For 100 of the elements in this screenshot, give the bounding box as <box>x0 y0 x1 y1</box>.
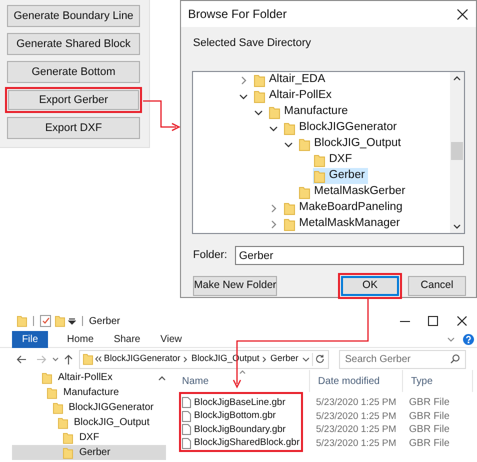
folder-icon <box>284 218 295 230</box>
folder-label: Folder: <box>193 248 228 264</box>
dropdown-icon[interactable] <box>68 317 76 325</box>
chevron-right-icon[interactable] <box>269 220 278 228</box>
folder-label[interactable]: BlockJIG_Output <box>298 136 404 152</box>
action-button[interactable]: Export Gerber <box>8 90 139 110</box>
dialog-button[interactable]: Make New Folder <box>193 276 277 296</box>
column-header[interactable]: Date modified <box>314 374 380 388</box>
ribbon-tab[interactable]: Share <box>104 330 150 348</box>
ribbon-tab[interactable]: View <box>150 330 192 348</box>
folder-icon <box>47 386 58 398</box>
column-header[interactable]: Type <box>407 374 433 388</box>
file-type: GBR File <box>409 397 450 408</box>
nav-item[interactable]: Manufacture <box>12 385 166 400</box>
folder-label[interactable]: Altair_EDA <box>253 72 328 88</box>
file-name[interactable]: BlockJigSharedBlock.gbr <box>194 436 300 450</box>
file-tab[interactable]: File <box>12 330 48 348</box>
folder-label[interactable]: BlockJIGGenerator <box>283 120 400 136</box>
chevron-right-icon[interactable] <box>183 356 188 362</box>
folder-icon <box>63 446 74 458</box>
chevron-down-icon[interactable] <box>269 124 278 132</box>
nav-item[interactable]: Gerber <box>12 445 166 460</box>
scrollbar[interactable] <box>450 72 464 233</box>
scroll-up-icon[interactable] <box>158 375 166 381</box>
file-type: GBR File <box>409 438 450 449</box>
folder-name: BlockJIGGenerator <box>299 120 397 136</box>
folder-label[interactable]: MetalMaskManager <box>283 216 403 232</box>
action-button[interactable]: Generate Boundary Line <box>7 5 140 27</box>
column-header[interactable]: Name <box>182 374 209 388</box>
nav-item[interactable]: DXF <box>12 430 166 445</box>
folder-label[interactable]: MetalMaskGerber <box>298 184 408 200</box>
file-date: 5/23/2020 1:25 PM <box>316 410 396 422</box>
up-arrow-icon[interactable] <box>64 354 73 364</box>
breadcrumb[interactable]: BlockJIGGenerator <box>104 352 180 366</box>
folder-label[interactable]: Altair-PollEx <box>253 88 335 104</box>
folder-label[interactable]: Gerber <box>313 168 368 184</box>
file-name[interactable]: BlockJigBottom.gbr <box>194 409 276 424</box>
file-date: 5/23/2020 1:25 PM <box>316 438 396 449</box>
chevron-down-icon[interactable] <box>284 140 293 148</box>
close-icon[interactable] <box>457 8 468 20</box>
file-icon <box>182 438 191 449</box>
folder-name: Altair_EDA <box>269 72 326 88</box>
chevron-down-icon[interactable] <box>254 108 263 116</box>
folder-label[interactable]: Manufacture <box>268 104 351 120</box>
file-type: GBR File <box>409 410 450 422</box>
folder-icon <box>52 402 63 414</box>
search-placeholder: Search Gerber <box>345 352 411 366</box>
folder-icon <box>17 315 27 327</box>
help-icon[interactable] <box>463 334 474 344</box>
file-date: 5/23/2020 1:25 PM <box>316 424 396 436</box>
folder-icon <box>254 90 265 102</box>
folder-name: MakeBoardPaneling <box>299 200 403 216</box>
chevron-right-icon[interactable] <box>239 76 248 84</box>
folder-icon <box>299 186 310 198</box>
folder-name: DXF <box>329 152 352 168</box>
maximize-icon[interactable] <box>428 316 438 326</box>
breadcrumb[interactable]: Gerber <box>270 352 298 366</box>
folder-icon <box>42 372 52 384</box>
chevron-right-icon[interactable] <box>269 204 278 212</box>
folder-icon <box>63 432 74 444</box>
dialog-button[interactable]: Cancel <box>408 276 466 296</box>
chevron-down-icon[interactable] <box>302 356 310 362</box>
ribbon-tab[interactable]: Home <box>57 330 104 348</box>
folder-icon <box>284 122 295 134</box>
folder-input[interactable]: Gerber <box>235 246 464 265</box>
folder-label[interactable]: DXF <box>313 152 355 168</box>
chevron-right-icon[interactable] <box>262 356 268 362</box>
scrollbar-thumb[interactable] <box>451 142 463 160</box>
nav-item[interactable]: Altair-PollEx <box>12 370 166 385</box>
double-chevron-icon[interactable] <box>95 356 102 362</box>
folder-icon <box>58 416 68 428</box>
file-icon <box>182 397 191 408</box>
checklist-icon[interactable] <box>40 315 51 327</box>
scroll-up-icon[interactable] <box>453 75 461 81</box>
file-icon <box>182 424 191 436</box>
back-arrow-icon[interactable] <box>16 354 27 364</box>
search-icon[interactable] <box>450 354 460 364</box>
dialog-button[interactable]: OK <box>341 276 399 296</box>
nav-item[interactable]: BlockJIGGenerator <box>12 400 166 415</box>
folder-name: Gerber <box>329 168 365 184</box>
folder-name: MetalMaskManager <box>299 216 400 232</box>
scroll-down-icon[interactable] <box>453 224 461 230</box>
chevron-down-icon[interactable] <box>239 92 248 100</box>
action-button[interactable]: Generate Shared Block <box>7 33 140 55</box>
file-name[interactable]: BlockJigBaseLine.gbr <box>194 396 286 410</box>
action-button[interactable]: Export DXF <box>7 117 140 139</box>
folder-name: Manufacture <box>284 104 348 120</box>
folder-icon <box>284 202 295 214</box>
forward-arrow-icon <box>36 354 47 364</box>
file-date: 5/23/2020 1:25 PM <box>316 397 396 408</box>
file-type: GBR File <box>409 424 450 436</box>
folder-label[interactable]: MakeBoardPaneling <box>283 200 406 216</box>
action-button[interactable]: Generate Bottom <box>7 61 140 83</box>
refresh-icon[interactable] <box>315 354 326 364</box>
close-icon[interactable] <box>457 316 467 326</box>
search-field[interactable]: Search Gerber <box>339 350 466 368</box>
file-name[interactable]: BlockJigBoundary.gbr <box>194 422 286 437</box>
nav-item[interactable]: BlockJIG_Output <box>12 415 166 430</box>
window-title: Browse For Folder <box>188 6 287 23</box>
folder-icon <box>83 353 93 365</box>
